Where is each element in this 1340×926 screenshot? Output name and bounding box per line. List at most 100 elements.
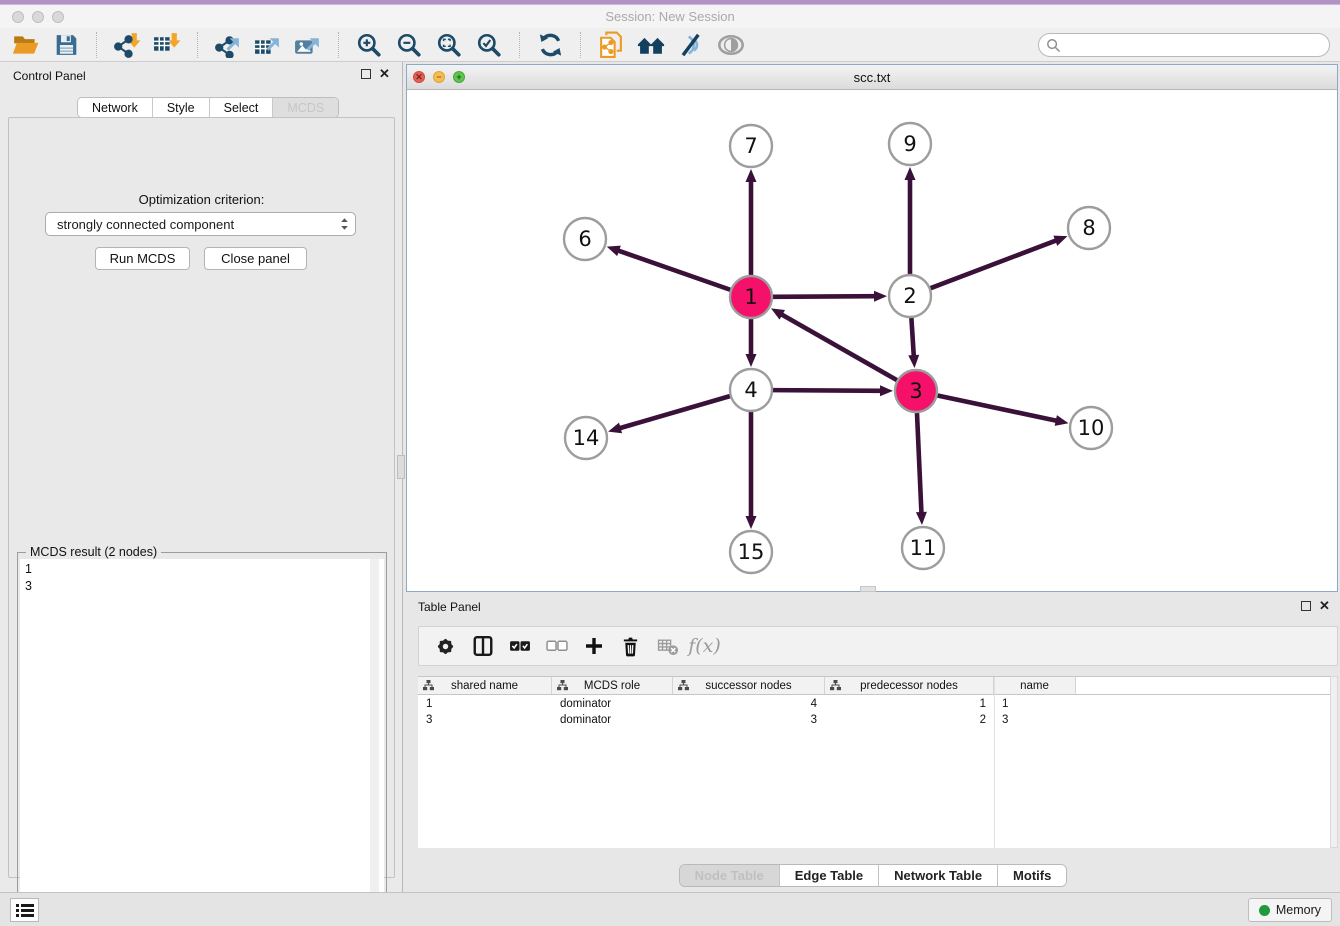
graph-edge-2-9[interactable] [905,167,916,274]
toolbar-separator [519,32,520,58]
columns-button[interactable] [464,630,501,662]
cell-successor-nodes[interactable]: 3 [673,712,825,728]
mcds-result-text[interactable]: 1 3 [20,559,384,925]
tab-select[interactable]: Select [210,98,274,117]
zoom-selected-button[interactable] [469,30,509,60]
graph-edge-3-1[interactable] [771,308,897,380]
svg-text:7: 7 [744,134,757,158]
criterion-dropdown[interactable]: strongly connected component [45,212,356,236]
control-panel: Control Panel ✕ NetworkStyleSelectMCDS O… [0,62,402,892]
graph-node-9[interactable]: 9 [889,123,931,165]
graph-edge-1-2[interactable] [773,291,887,302]
first-neighbors-button[interactable] [631,30,671,60]
graph-edge-3-10[interactable] [938,396,1069,426]
graph-node-1[interactable]: 1 [730,276,772,318]
horizontal-splitter-handle[interactable] [860,586,876,592]
cell-shared-name[interactable]: 1 [418,696,552,712]
graph-edge-1-7[interactable] [746,169,757,275]
select-all-icon [509,638,531,654]
graph-node-8[interactable]: 8 [1068,207,1110,249]
import-network-button[interactable] [107,30,147,60]
cell-predecessor-nodes[interactable]: 2 [825,712,994,728]
table-panel: Table Panel ✕ f(x) shared nameMCDS roles… [406,596,1340,890]
graph-edge-4-14[interactable] [608,396,730,433]
network-window-title: scc.txt [407,70,1337,85]
add-row-button[interactable] [575,630,612,662]
result-scrollbar[interactable] [370,559,379,925]
tab-edge-table[interactable]: Edge Table [780,865,879,886]
float-table-panel-icon[interactable] [1301,601,1313,613]
column-header-shared-name[interactable]: shared name [418,677,552,694]
zoom-out-button[interactable] [389,30,429,60]
cell-successor-nodes[interactable]: 4 [673,696,825,712]
apply-preferred-layout-button[interactable] [530,30,570,60]
close-table-panel-icon[interactable]: ✕ [1319,601,1331,613]
select-all-button[interactable] [501,630,538,662]
network-window-titlebar[interactable]: ✕ − + scc.txt [407,65,1337,90]
zoom-fit-button[interactable] [429,30,469,60]
toolbar-separator [580,32,581,58]
deselect-all-button[interactable] [538,630,575,662]
delete-row-button[interactable] [612,630,649,662]
cell-predecessor-nodes[interactable]: 1 [825,696,994,712]
column-header-successor-nodes[interactable]: successor nodes [673,677,825,694]
task-history-button[interactable] [10,898,39,922]
column-header-predecessor-nodes[interactable]: predecessor nodes [825,677,994,694]
column-header-MCDS-role[interactable]: MCDS role [552,677,673,694]
zoom-in-button[interactable] [349,30,389,60]
export-network-button[interactable] [208,30,248,60]
save-session-button[interactable] [46,30,86,60]
graph-node-15[interactable]: 15 [730,531,772,573]
graph-node-6[interactable]: 6 [564,218,606,260]
cell-MCDS-role[interactable]: dominator [552,696,673,712]
graph-node-7[interactable]: 7 [730,125,772,167]
cell-MCDS-role[interactable]: dominator [552,712,673,728]
memory-button[interactable]: Memory [1248,898,1332,922]
graph-edge-3-11[interactable] [916,413,927,525]
import-table-button[interactable] [147,30,187,60]
search-box[interactable] [1038,33,1330,57]
tab-style[interactable]: Style [153,98,210,117]
close-panel-icon[interactable]: ✕ [379,69,391,81]
close-panel-button[interactable]: Close panel [204,247,307,270]
list-icon [16,903,34,917]
tab-motifs[interactable]: Motifs [998,865,1066,886]
hide-selected-button[interactable] [671,30,711,60]
column-sort-icon [423,680,434,691]
criterion-value: strongly connected component [57,217,340,232]
cell-name[interactable]: 3 [994,712,1076,728]
window-title: Session: New Session [0,9,1340,24]
graph-node-2[interactable]: 2 [889,275,931,317]
graph-node-4[interactable]: 4 [730,369,772,411]
cell-shared-name[interactable]: 3 [418,712,552,728]
vertical-splitter-handle[interactable] [397,455,405,479]
gear-button[interactable] [427,630,464,662]
new-network-from-selection-button[interactable] [591,30,631,60]
cell-name[interactable]: 1 [994,696,1076,712]
graph-edge-2-3[interactable] [908,318,919,368]
search-input[interactable] [1061,35,1329,55]
open-session-button[interactable] [6,30,46,60]
graph-node-3[interactable]: 3 [895,370,937,412]
graph-edge-1-6[interactable] [607,246,731,290]
graph-edge-1-4[interactable] [746,319,757,367]
graph-node-14[interactable]: 14 [565,417,607,459]
run-mcds-button[interactable]: Run MCDS [95,247,190,270]
graph-edge-4-15[interactable] [746,412,757,529]
tab-network-table[interactable]: Network Table [879,865,998,886]
tab-node-table[interactable]: Node Table [680,865,780,886]
graph-node-10[interactable]: 10 [1070,407,1112,449]
tab-mcds[interactable]: MCDS [273,98,338,117]
table-scrollbar[interactable] [1330,676,1338,848]
table-row[interactable]: 3dominator323 [418,712,1330,728]
graph-edge-4-3[interactable] [773,385,893,396]
table-row[interactable]: 1dominator411 [418,696,1330,712]
graph-node-11[interactable]: 11 [902,527,944,569]
float-panel-icon[interactable] [361,69,373,81]
network-canvas[interactable]: 7 9 6 8 1 2 4 3 14 10 15 11 [407,90,1337,591]
tab-network[interactable]: Network [78,98,153,117]
export-table-button[interactable] [248,30,288,60]
column-header-name[interactable]: name [994,677,1076,694]
graph-edge-2-8[interactable] [931,236,1068,289]
export-image-button[interactable] [288,30,328,60]
